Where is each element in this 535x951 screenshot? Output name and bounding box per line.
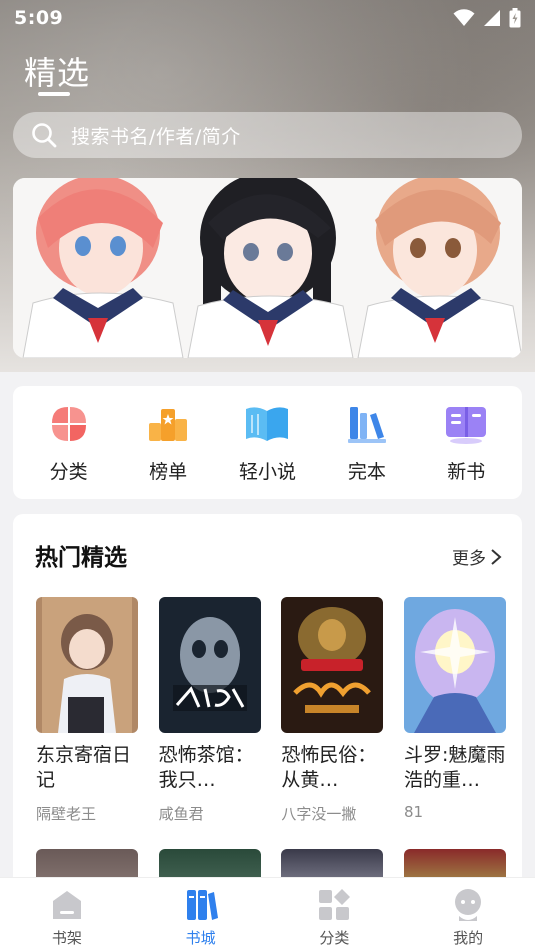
section-title: 热门精选	[35, 545, 127, 571]
grid-petals-icon	[46, 401, 92, 447]
ranking-icon	[145, 401, 191, 447]
bottom-nav: 书架 书城 分类 我的	[0, 877, 535, 951]
book-card[interactable]: 斗罗:魅魔雨浩的重… 81	[403, 597, 506, 824]
book-author: 八字没一撇	[281, 805, 357, 823]
books-stack-icon	[344, 401, 390, 447]
book-card[interactable]: 恐怖茶馆：我只… 咸鱼君	[158, 597, 261, 824]
open-book-icon	[244, 401, 290, 447]
book-cover	[158, 597, 261, 733]
book-title: 恐怖民俗：从黄…	[281, 744, 377, 791]
search-bar[interactable]: 搜索书名/作者/简介	[13, 112, 522, 158]
bookshelf-icon	[50, 888, 84, 922]
shortcut-category[interactable]: 分类	[24, 401, 114, 484]
bookstore-icon	[184, 888, 218, 922]
nav-profile[interactable]: 我的	[418, 888, 518, 948]
book-title: 恐怖茶馆：我只…	[158, 744, 254, 791]
category-shortcuts: 分类 榜单 轻小说 完本 新书	[13, 386, 522, 499]
more-link[interactable]: 更多	[452, 544, 502, 569]
shortcut-ranking[interactable]: 榜单	[123, 401, 213, 484]
book-title: 斗罗:魅魔雨浩的重…	[403, 744, 506, 791]
nav-bookshelf[interactable]: 书架	[17, 888, 117, 948]
banner-image[interactable]	[13, 178, 522, 358]
book-author: 咸鱼君	[158, 805, 204, 823]
shortcut-label: 完本	[347, 461, 386, 483]
profile-icon	[451, 888, 485, 922]
chevron-right-icon	[491, 548, 502, 565]
battery-icon	[509, 8, 521, 28]
nav-label: 书架	[51, 929, 82, 947]
book-cover	[281, 597, 384, 733]
status-time: 5:09	[14, 7, 64, 29]
title-underline	[38, 92, 70, 96]
book-cover	[403, 597, 506, 733]
book-title: 东京寄宿日记	[36, 744, 132, 791]
search-placeholder: 搜索书名/作者/简介	[71, 125, 241, 148]
nav-category[interactable]: 分类	[284, 888, 384, 948]
status-icons	[453, 8, 521, 28]
more-label: 更多	[452, 549, 486, 569]
search-icon	[32, 123, 57, 148]
shortcut-light-novel[interactable]: 轻小说	[222, 401, 312, 484]
status-bar: 5:09	[0, 0, 535, 36]
shortcut-label: 分类	[49, 461, 88, 483]
book-card[interactable]: 东京寄宿日记 隔壁老王	[36, 597, 138, 824]
new-book-icon	[443, 401, 489, 447]
page-title[interactable]: 精选	[24, 48, 90, 94]
book-author: 81	[403, 803, 424, 821]
banner-illustration	[13, 178, 522, 358]
nav-bookstore[interactable]: 书城	[151, 888, 251, 948]
book-cover	[36, 597, 138, 733]
shortcut-completed[interactable]: 完本	[322, 401, 412, 484]
nav-label: 分类	[319, 929, 350, 947]
category-icon	[317, 888, 351, 922]
shortcut-label: 榜单	[149, 461, 188, 483]
hot-picks-section: 热门精选 更多 东京寄宿日记 隔壁老王 恐怖茶馆：我只… 咸鱼君 恐怖民俗：从黄…	[13, 514, 522, 894]
book-author: 隔壁老王	[36, 805, 97, 823]
book-card[interactable]: 恐怖民俗：从黄… 八字没一撇	[281, 597, 384, 824]
shortcut-new-books[interactable]: 新书	[421, 401, 511, 484]
nav-label: 我的	[453, 929, 484, 947]
book-grid: 东京寄宿日记 隔壁老王 恐怖茶馆：我只… 咸鱼君 恐怖民俗：从黄… 八字没一撇 …	[36, 597, 506, 824]
signal-icon	[484, 10, 500, 26]
nav-label: 书城	[185, 929, 216, 947]
shortcut-label: 轻小说	[238, 461, 296, 483]
wifi-icon	[453, 9, 475, 26]
shortcut-label: 新书	[447, 461, 486, 483]
